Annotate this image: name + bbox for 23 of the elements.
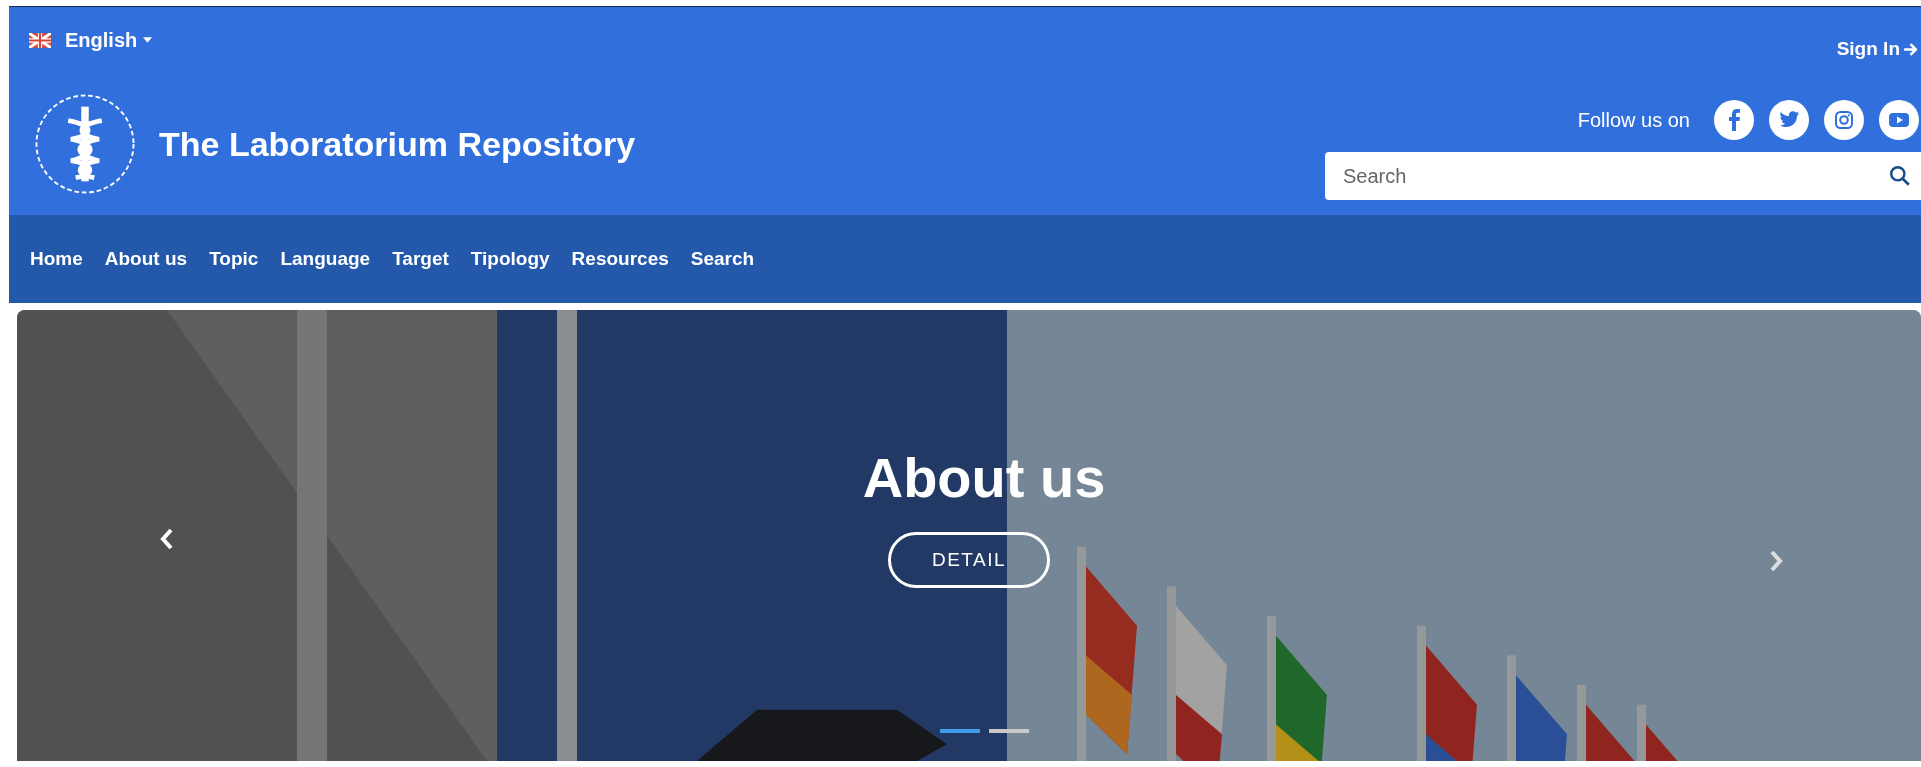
nav-link[interactable]: Tipology xyxy=(470,248,550,270)
language-selector[interactable]: English xyxy=(29,28,153,52)
sign-in-link[interactable]: Sign In xyxy=(1836,38,1919,60)
bird-icon[interactable] xyxy=(1769,100,1809,140)
caret-icon xyxy=(143,37,153,43)
nav-link[interactable]: Search xyxy=(690,248,755,270)
flag-icon xyxy=(29,32,51,48)
nav-link[interactable]: Resources xyxy=(571,248,669,270)
detail-button[interactable]: DETAIL xyxy=(888,532,1050,588)
nav-link[interactable]: About us xyxy=(104,248,188,270)
follow-label: Follow us on xyxy=(1577,108,1690,132)
nav-link[interactable]: Language xyxy=(280,248,371,270)
camera-icon[interactable] xyxy=(1824,100,1864,140)
site-title: The Laboratorium Repository xyxy=(159,124,636,164)
search-icon[interactable] xyxy=(1889,165,1911,187)
nav-link[interactable]: Target xyxy=(392,248,449,270)
nav-link[interactable]: Home xyxy=(30,248,83,270)
facebook-icon[interactable] xyxy=(1714,100,1754,140)
play-icon[interactable] xyxy=(1879,100,1919,140)
search-field[interactable]: Search xyxy=(1325,152,1921,200)
slide-title: About us xyxy=(862,445,1106,510)
slide-indicator[interactable] xyxy=(988,729,1029,733)
nav-link[interactable]: Topic xyxy=(209,248,259,270)
